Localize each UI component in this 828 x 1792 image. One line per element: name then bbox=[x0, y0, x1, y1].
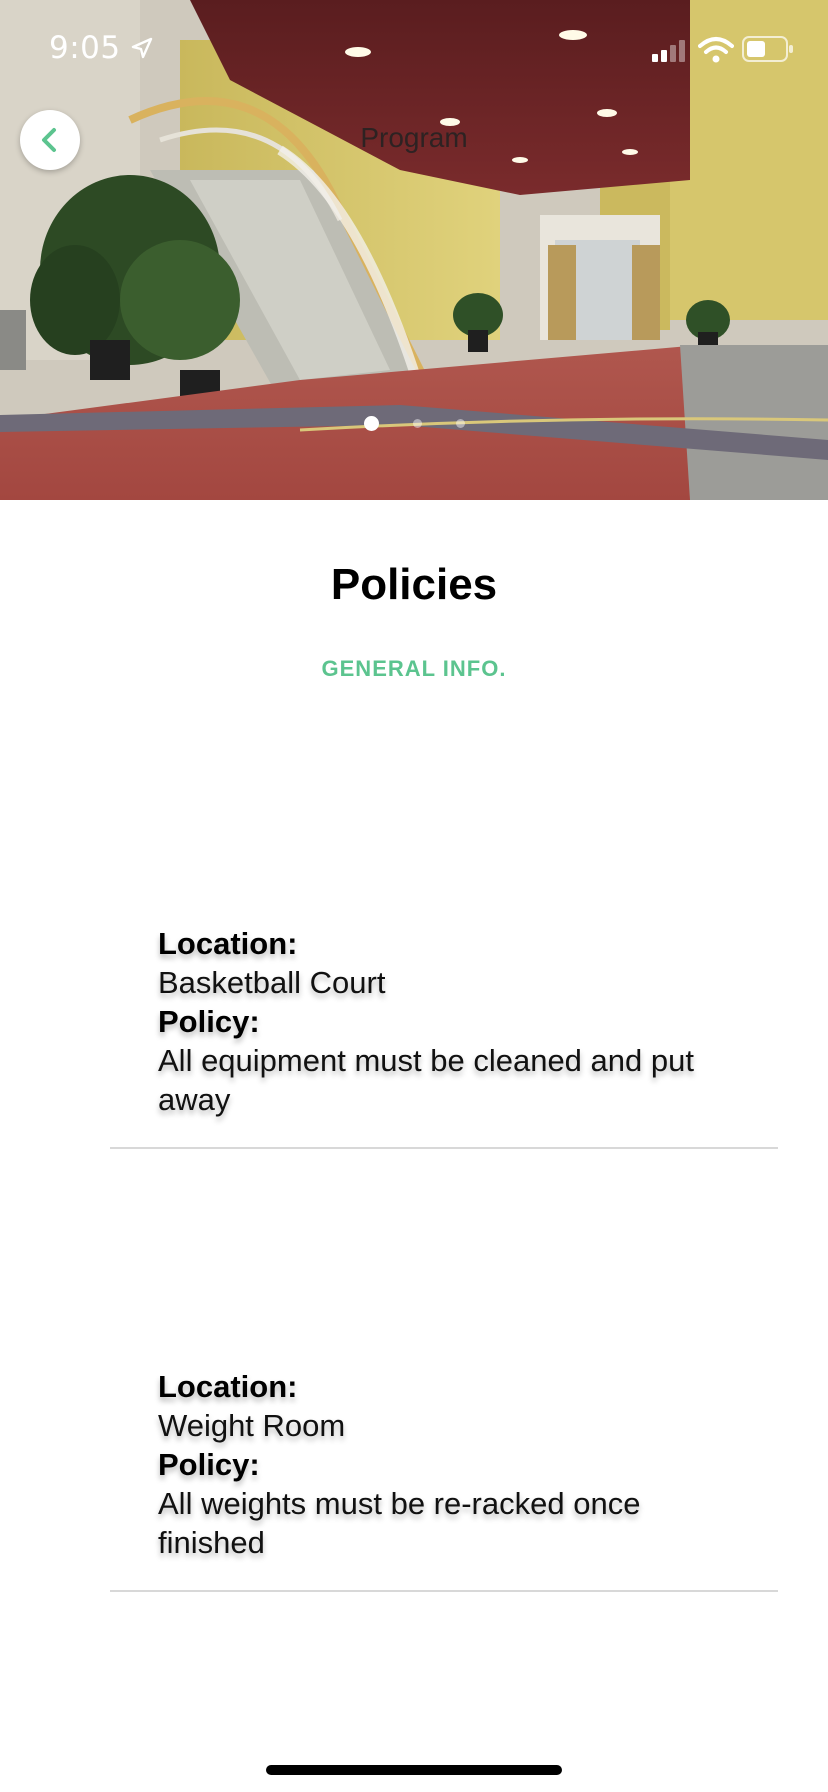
battery-icon bbox=[742, 36, 793, 62]
policy-value: All weights must be re-racked once finis… bbox=[158, 1486, 641, 1560]
hero-image: 9:05 Program bbox=[0, 0, 828, 500]
policy-label: Policy: bbox=[158, 1004, 260, 1039]
page-dot-2[interactable] bbox=[412, 418, 422, 428]
cellular-signal-icon bbox=[652, 40, 685, 62]
carousel-page-indicator[interactable] bbox=[0, 415, 828, 431]
divider bbox=[110, 1590, 778, 1592]
location-value: Basketball Court bbox=[158, 965, 386, 1000]
page-title: Policies bbox=[330, 560, 498, 609]
wifi-icon bbox=[698, 37, 734, 63]
location-label: Location: bbox=[158, 1369, 298, 1404]
policy-list-item: Location: Basketball Court Policy: All e… bbox=[110, 924, 778, 1149]
section-subtitle: GENERAL INFO. bbox=[321, 656, 507, 681]
nav-title: Program bbox=[360, 122, 468, 153]
page-dot-1[interactable] bbox=[363, 415, 379, 431]
location-label: Location: bbox=[158, 926, 298, 961]
policy-list-item: Location: Weight Room Policy: All weight… bbox=[110, 1367, 778, 1592]
home-indicator[interactable] bbox=[266, 1765, 562, 1775]
page-dot-3[interactable] bbox=[455, 418, 465, 428]
policy-value: All equipment must be cleaned and put aw… bbox=[158, 1043, 694, 1117]
policy-label: Policy: bbox=[158, 1447, 260, 1482]
location-arrow-icon bbox=[131, 37, 153, 59]
status-bar: 9:05 bbox=[0, 0, 828, 100]
location-value: Weight Room bbox=[158, 1408, 346, 1443]
divider bbox=[110, 1147, 778, 1149]
status-time: 9:05 bbox=[49, 30, 121, 66]
